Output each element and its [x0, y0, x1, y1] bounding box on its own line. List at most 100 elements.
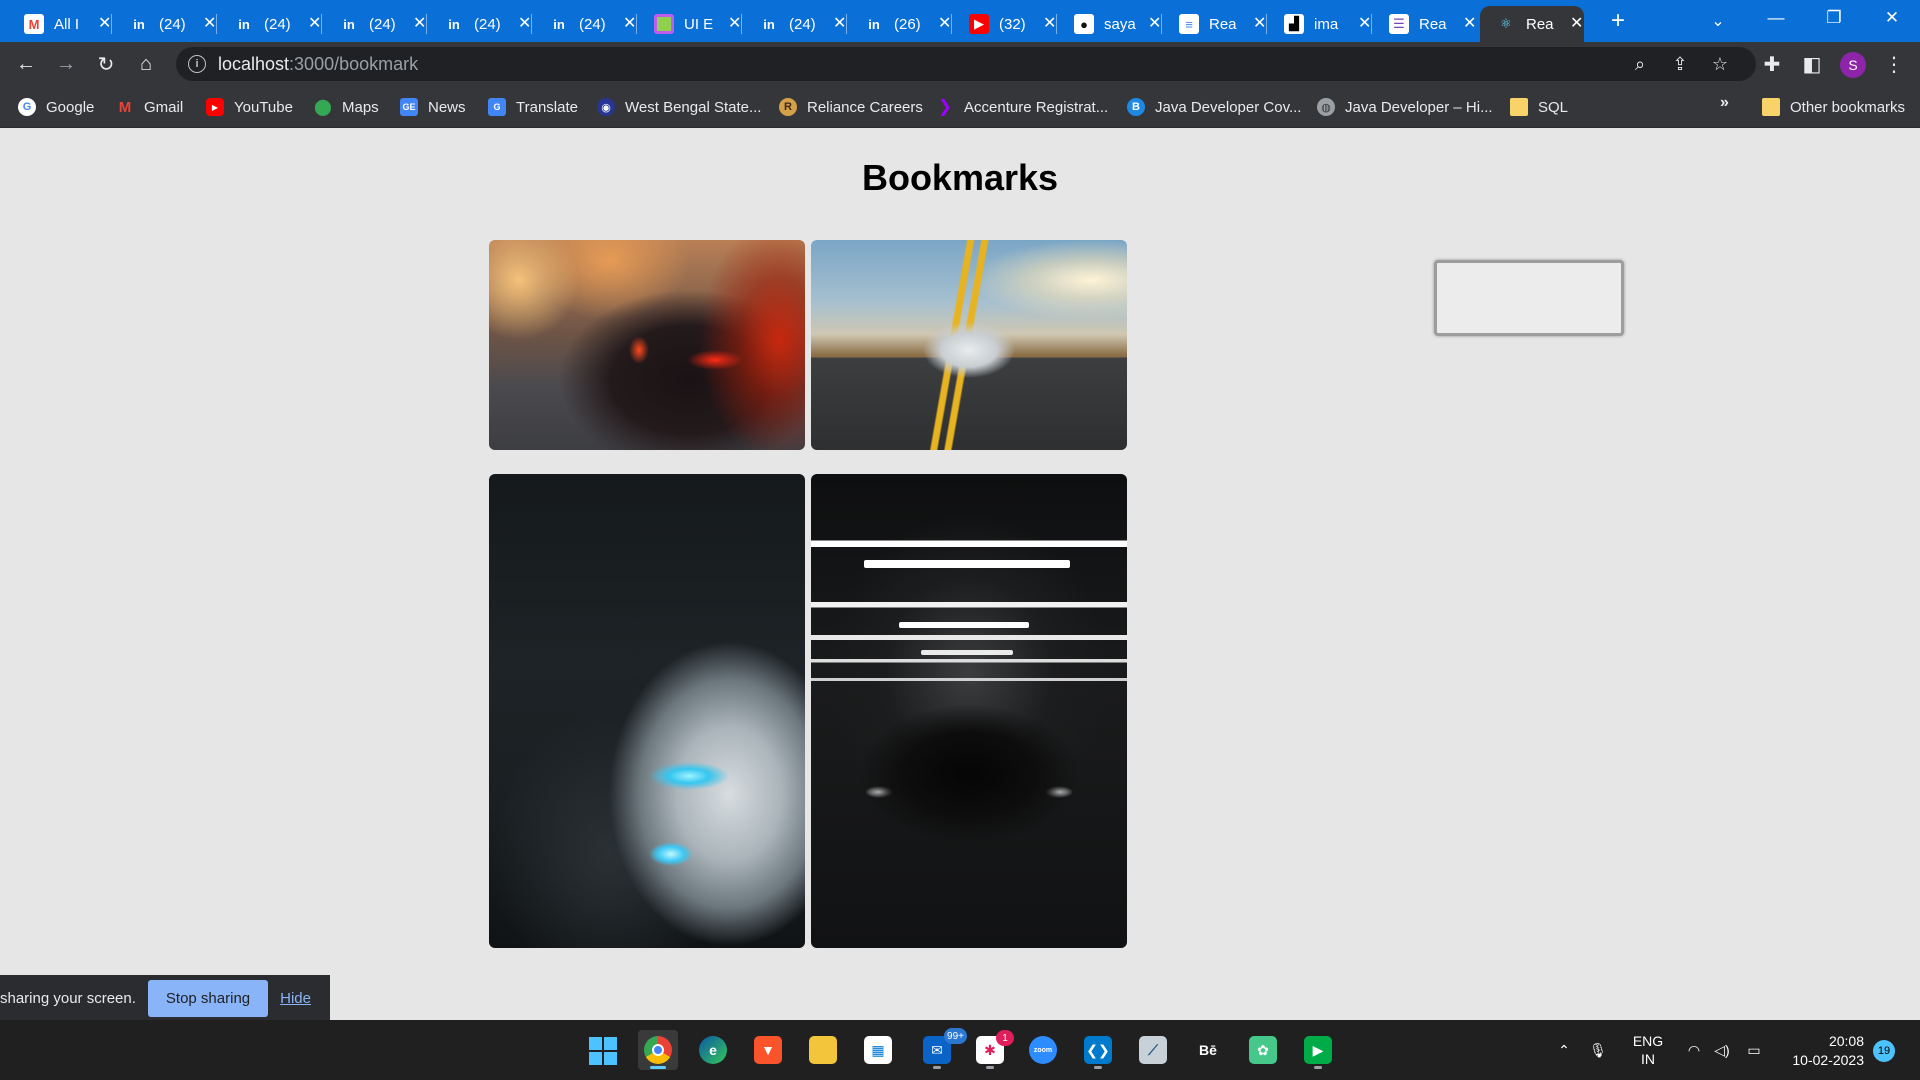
close-icon[interactable]: ✕	[1358, 16, 1371, 32]
youtube-icon: ▶	[969, 14, 989, 34]
tab[interactable]: in (26) ✕	[848, 6, 952, 42]
tab[interactable]: in (24) ✕	[743, 6, 847, 42]
forward-icon[interactable]: →	[50, 48, 82, 80]
tab-label: All I	[54, 15, 80, 33]
bookmark-star-icon[interactable]: ☆	[1704, 48, 1736, 80]
site-info-icon[interactable]: i	[188, 55, 206, 73]
hide-link[interactable]: Hide	[280, 990, 311, 1007]
car-photo-road-sunset[interactable]	[811, 240, 1127, 450]
bookmark-translate[interactable]: G Translate	[488, 94, 578, 120]
tab[interactable]: ● saya ✕	[1058, 6, 1162, 42]
close-icon[interactable]: ✕	[413, 16, 426, 32]
taskbar-behance[interactable]: Bē	[1188, 1030, 1228, 1070]
microphone-icon[interactable]: 🎙	[1586, 1020, 1610, 1080]
chrome-icon	[644, 1036, 672, 1064]
reload-icon[interactable]: ↻	[90, 48, 122, 80]
screen-share-bar: sharing your screen. Stop sharing Hide	[0, 975, 330, 1021]
reliance-icon: R	[779, 98, 797, 116]
tab[interactable]: in (24) ✕	[218, 6, 322, 42]
extensions-icon[interactable]: ✚	[1756, 48, 1788, 80]
car-photo-red-taillights[interactable]	[489, 240, 805, 450]
tab[interactable]: UI E ✕	[638, 6, 742, 42]
taskbar-edge[interactable]: e	[693, 1030, 733, 1070]
taskbar-brave[interactable]: ▼	[748, 1030, 788, 1070]
close-icon[interactable]: ✕	[1043, 16, 1056, 32]
back-icon[interactable]: ←	[10, 48, 42, 80]
wifi-icon[interactable]: ◠	[1682, 1020, 1706, 1080]
menu-icon[interactable]: ⋮	[1878, 48, 1910, 80]
bookmark-accenture[interactable]: ❯ Accenture Registrat...	[936, 94, 1108, 120]
car-photo-white-headlight[interactable]	[489, 474, 805, 948]
side-panel-icon[interactable]: ◧	[1796, 48, 1828, 80]
vscode-icon: ❮❯	[1084, 1036, 1112, 1064]
close-icon[interactable]: ✕	[98, 16, 111, 32]
bookmark-sql-folder[interactable]: SQL	[1510, 94, 1568, 120]
bookmark-youtube[interactable]: ▶ YouTube	[206, 94, 293, 120]
language-indicator[interactable]: ENG IN	[1624, 1020, 1672, 1080]
start-button[interactable]	[583, 1030, 623, 1070]
tab[interactable]: ≡ Rea ✕	[1163, 6, 1267, 42]
taskbar-slack[interactable]: ✱ 1	[970, 1030, 1014, 1070]
close-icon[interactable]: ✕	[1253, 16, 1266, 32]
address-bar[interactable]: i localhost:3000/bookmark ⌕ ⇪ ☆	[176, 47, 1756, 81]
close-icon[interactable]: ✕	[1148, 16, 1161, 32]
close-icon[interactable]: ✕	[623, 16, 636, 32]
close-icon[interactable]: ✕	[938, 16, 951, 32]
restore-button[interactable]: ❐	[1806, 0, 1862, 36]
share-icon[interactable]: ⇪	[1664, 48, 1696, 80]
battery-icon[interactable]: ▭	[1742, 1020, 1766, 1080]
other-bookmarks[interactable]: Other bookmarks	[1762, 94, 1905, 120]
bookmark-maps[interactable]: ⬤ Maps	[314, 94, 379, 120]
bookmark-reliance[interactable]: R Reliance Careers	[779, 94, 923, 120]
tab[interactable]: ▶ (32) ✕	[953, 6, 1057, 42]
bookmark-gmail[interactable]: M Gmail	[116, 94, 183, 120]
gmail-icon: M	[24, 14, 44, 34]
taskbar-zoom[interactable]: zoom	[1023, 1030, 1063, 1070]
profile-avatar[interactable]: S	[1840, 52, 1866, 78]
bookmark-java-developer-hiring[interactable]: ◍ Java Developer – Hi...	[1317, 94, 1493, 120]
taskbar-store[interactable]: ▦	[858, 1030, 898, 1070]
taskbar-meet[interactable]: ▶	[1298, 1030, 1338, 1070]
tab-active[interactable]: ⚛ Rea ✕	[1480, 6, 1584, 42]
tab[interactable]: in (24) ✕	[428, 6, 532, 42]
tab[interactable]: in (24) ✕	[533, 6, 637, 42]
close-icon[interactable]: ✕	[1463, 16, 1476, 32]
tab[interactable]: ▟ ima ✕	[1268, 6, 1372, 42]
close-icon[interactable]: ✕	[203, 16, 216, 32]
volume-icon[interactable]: ◁)	[1710, 1020, 1734, 1080]
tab-label: (24)	[369, 15, 396, 33]
window-close-button[interactable]: ✕	[1864, 0, 1920, 36]
taskbar-chrome[interactable]	[638, 1030, 678, 1070]
bookmark-google[interactable]: G Google	[18, 94, 94, 120]
taskbar-mail[interactable]: ✉ 99+	[917, 1028, 967, 1070]
close-icon[interactable]: ✕	[833, 16, 846, 32]
close-icon[interactable]: ✕	[518, 16, 531, 32]
bookmark-news[interactable]: GE News	[400, 94, 466, 120]
taskbar-vscode[interactable]: ❮❯	[1078, 1030, 1118, 1070]
car-photo-dark-garage[interactable]	[811, 474, 1127, 948]
tab[interactable]: in (24) ✕	[323, 6, 427, 42]
leaf-icon: ✿	[1249, 1036, 1277, 1064]
taskbar-green-app[interactable]: ✿	[1243, 1030, 1283, 1070]
taskbar-file-explorer[interactable]	[803, 1030, 843, 1070]
search-input[interactable]	[1434, 260, 1624, 336]
close-icon[interactable]: ✕	[1570, 16, 1583, 32]
zoom-icon[interactable]: ⌕	[1624, 48, 1656, 80]
notification-badge[interactable]: 19	[1873, 1040, 1895, 1062]
minimize-button[interactable]: —	[1748, 0, 1804, 36]
bookmark-west-bengal[interactable]: ◉ West Bengal State...	[597, 94, 761, 120]
clock[interactable]: 20:08 10-02-2023	[1784, 1032, 1864, 1070]
home-icon[interactable]: ⌂	[130, 48, 162, 80]
close-icon[interactable]: ✕	[308, 16, 321, 32]
bookmark-java-developer-cover[interactable]: B Java Developer Cov...	[1127, 94, 1301, 120]
tab[interactable]: in (24) ✕	[113, 6, 217, 42]
stop-sharing-button[interactable]: Stop sharing	[147, 979, 269, 1017]
close-icon[interactable]: ✕	[728, 16, 741, 32]
tray-overflow-icon[interactable]: ⌃	[1552, 1020, 1576, 1080]
new-tab-button[interactable]: +	[1600, 6, 1636, 36]
taskbar-charts-app[interactable]: ⟋	[1133, 1030, 1173, 1070]
tab-search-icon[interactable]: ⌄	[1700, 6, 1736, 36]
tab[interactable]: M All I ✕	[8, 6, 112, 42]
tab[interactable]: ☰ Rea ✕	[1373, 6, 1477, 42]
more-bookmarks-icon[interactable]: »	[1720, 94, 1729, 112]
